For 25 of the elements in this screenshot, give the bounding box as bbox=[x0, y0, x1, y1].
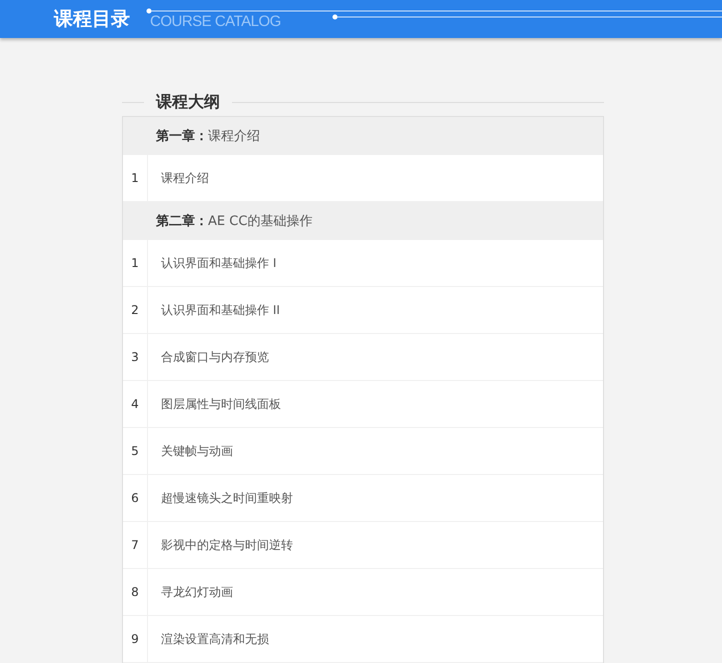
lesson-number: 6 bbox=[123, 475, 148, 521]
lesson-number: 3 bbox=[123, 334, 148, 380]
lesson-title[interactable]: 认识界面和基础操作 I bbox=[161, 254, 276, 272]
lesson-number: 7 bbox=[123, 522, 148, 568]
lesson-title[interactable]: 关键帧与动画 bbox=[161, 442, 233, 460]
lesson-number: 8 bbox=[123, 569, 148, 615]
lesson-title[interactable]: 图层属性与时间线面板 bbox=[161, 396, 281, 412]
lesson-title[interactable]: 课程介绍 bbox=[161, 170, 209, 186]
lesson-number: 4 bbox=[123, 381, 148, 427]
page-subtitle: COURSE CATALOG bbox=[150, 12, 281, 30]
lesson-number: 1 bbox=[123, 155, 148, 201]
lesson-title[interactable]: 渲染设置高清和无损 bbox=[161, 630, 269, 648]
lesson-title[interactable]: 寻龙幻灯动画 bbox=[161, 584, 233, 600]
page-title: 课程目录 bbox=[54, 7, 130, 32]
chapter-heading: 第一章：课程介绍 bbox=[156, 128, 260, 145]
chapter-heading: 第二章：AE CC的基础操作 bbox=[156, 212, 312, 230]
lesson-title[interactable]: 合成窗口与内存预览 bbox=[161, 348, 269, 366]
lesson-number: 1 bbox=[123, 240, 148, 286]
lesson-number: 5 bbox=[123, 428, 148, 474]
lesson-title[interactable]: 影视中的定格与时间逆转 bbox=[161, 536, 293, 554]
lesson-number: 2 bbox=[123, 287, 148, 333]
section-title: 课程大纲 bbox=[156, 92, 220, 112]
lesson-title[interactable]: 超慢速镜头之时间重映射 bbox=[161, 490, 293, 506]
lesson-title[interactable]: 认识界面和基础操作 II bbox=[161, 302, 280, 318]
lesson-number: 9 bbox=[123, 616, 148, 662]
